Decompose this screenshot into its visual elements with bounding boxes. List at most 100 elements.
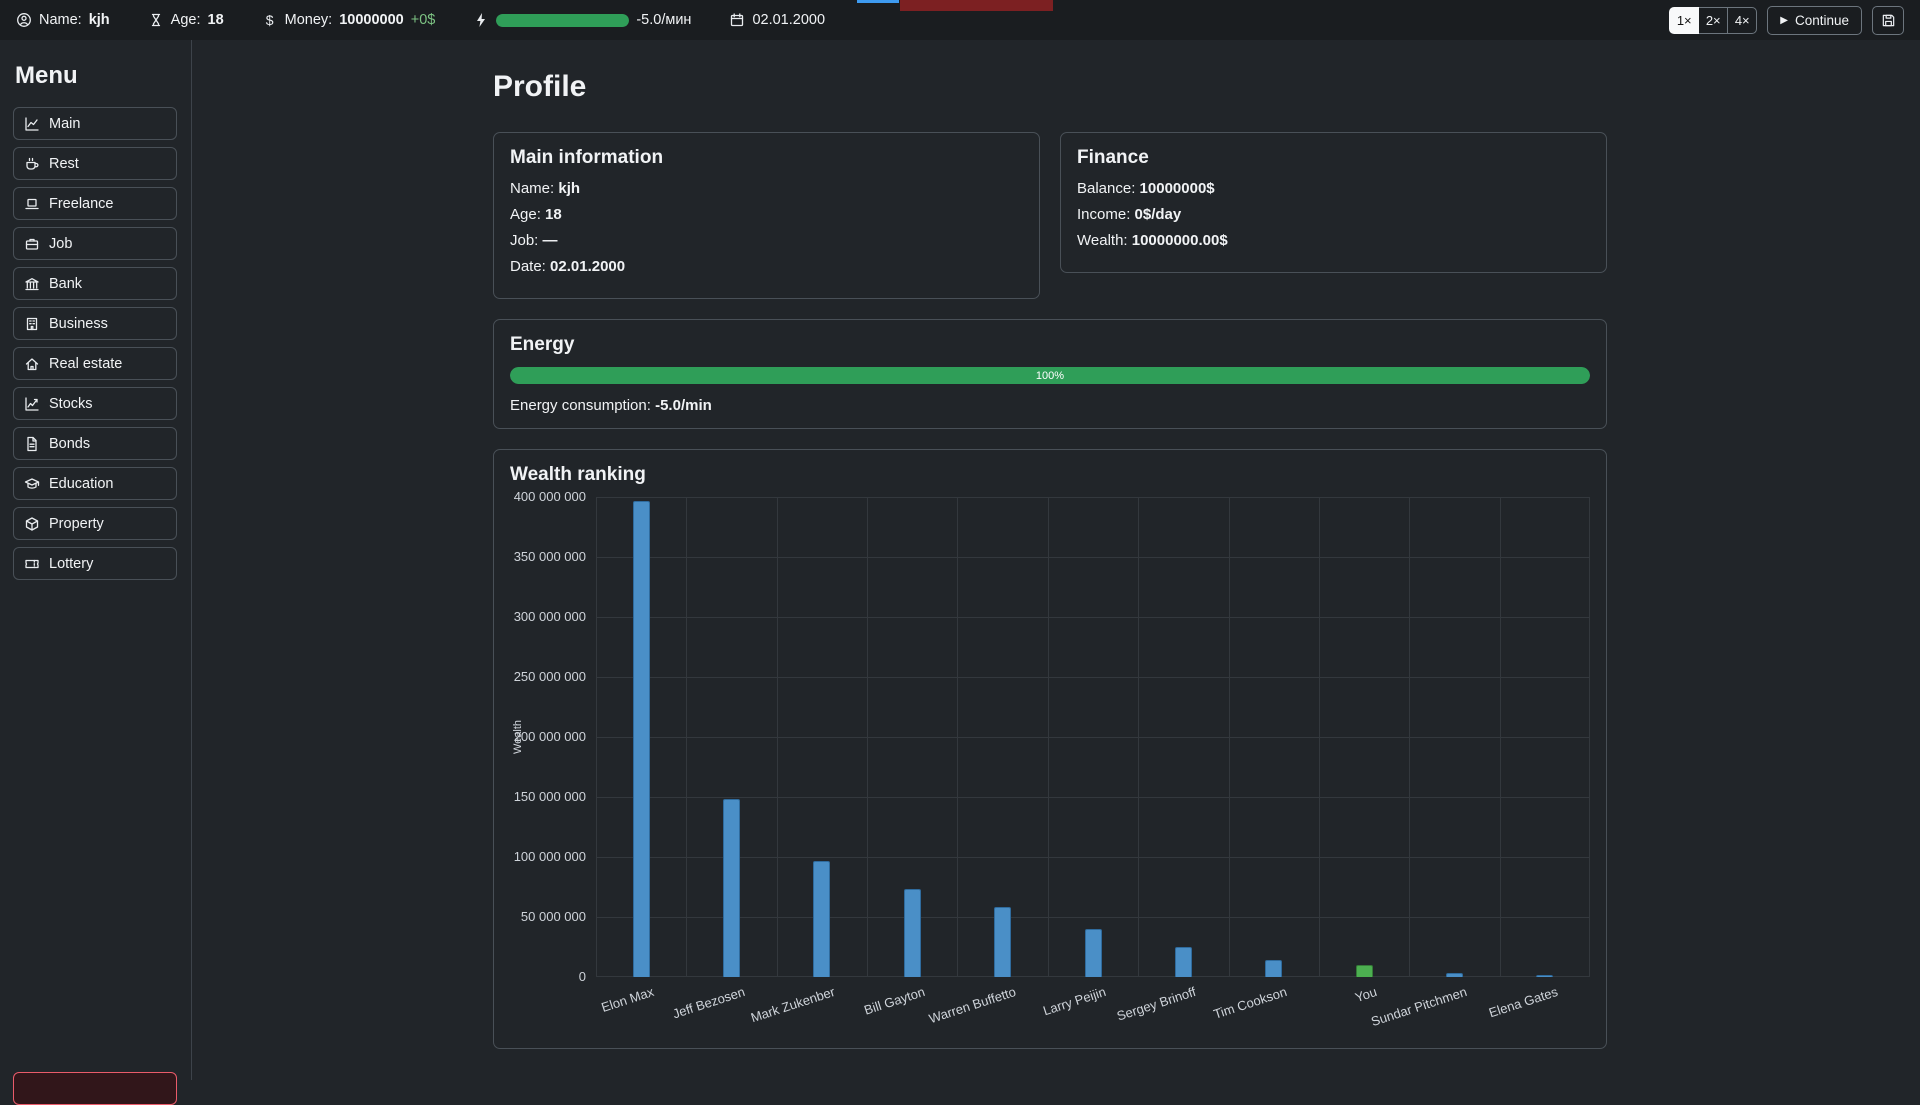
info-row: Name: kjh — [510, 180, 1023, 197]
gridline-horizontal — [596, 557, 1590, 558]
money-indicator: $ Money: 10000000 +0$ — [262, 12, 436, 28]
sidebar-item-label: Education — [49, 476, 114, 492]
sidebar-item-lottery[interactable]: Lottery — [13, 547, 177, 580]
sidebar-menu: Main Rest Freelance Job Bank Business Real est… — [13, 107, 191, 580]
wealth-bar-mark-zukenber — [813, 861, 830, 977]
finance-rows: Balance: 10000000$Income: 0$/dayWealth: … — [1077, 180, 1590, 249]
y-tick-label: 50 000 000 — [521, 909, 586, 924]
x-tick-label: Bill Gayton — [862, 984, 926, 1018]
wealth-bar-jeff-bezosen — [723, 799, 740, 977]
coffee-cup-icon — [24, 156, 40, 172]
energy-indicator: -5.0/мин — [473, 12, 691, 28]
money-value: 10000000 — [339, 12, 404, 28]
bank-icon — [24, 276, 40, 292]
x-tick-label: Tim Cookson — [1211, 984, 1288, 1022]
age-indicator: Age: 18 — [148, 12, 224, 28]
gridline-horizontal — [596, 737, 1590, 738]
wealth-bar-tim-cookson — [1265, 960, 1282, 977]
top-blue-underline — [857, 0, 899, 3]
finance-card: Finance Balance: 10000000$Income: 0$/day… — [1060, 132, 1607, 273]
gridline-horizontal — [596, 857, 1590, 858]
gridline-vertical — [596, 497, 597, 977]
top-red-strip — [900, 0, 1053, 11]
y-tick-label: 350 000 000 — [514, 549, 586, 564]
sidebar-item-label: Real estate — [49, 356, 122, 372]
chart-plot — [596, 497, 1590, 977]
y-tick-label: 150 000 000 — [514, 789, 586, 804]
energy-title: Energy — [510, 334, 1590, 356]
gridline-vertical — [867, 497, 868, 977]
lightning-icon — [473, 12, 489, 28]
sidebar-item-freelance[interactable]: Freelance — [13, 187, 177, 220]
laptop-icon — [24, 196, 40, 212]
wealth-bar-larry-peijin — [1085, 929, 1102, 977]
y-tick-label: 400 000 000 — [514, 489, 586, 504]
money-label: Money: — [285, 12, 333, 28]
money-delta: +0$ — [411, 12, 436, 28]
wealth-bar-elon-max — [633, 501, 650, 977]
wealth-chart: Wealth 050 000 000100 000 000150 000 000… — [510, 497, 1590, 1029]
gridline-horizontal — [596, 797, 1590, 798]
sidebar-item-label: Main — [49, 116, 80, 132]
page-title: Profile — [493, 70, 1920, 104]
save-button[interactable] — [1872, 6, 1904, 35]
y-tick-label: 200 000 000 — [514, 729, 586, 744]
x-tick-label: Elon Max — [600, 984, 656, 1015]
sidebar-item-label: Freelance — [49, 196, 113, 212]
x-tick-label: You — [1353, 984, 1378, 1005]
sidebar-item-property[interactable]: Property — [13, 507, 177, 540]
sidebar-item-label: Property — [49, 516, 104, 532]
wealth-bar-sergey-brinoff — [1175, 947, 1192, 977]
energy-consumption-value: -5.0/min — [655, 397, 712, 414]
speed-2x-button[interactable]: 2× — [1698, 7, 1728, 34]
continue-button[interactable]: ▶ Continue — [1767, 6, 1862, 35]
chart-line-icon — [24, 116, 40, 132]
gridline-horizontal — [596, 917, 1590, 918]
x-tick-label: Jeff Bezosen — [670, 984, 746, 1021]
sidebar-bottom-button[interactable] — [13, 1072, 177, 1105]
info-cards-row: Main information Name: kjhAge: 18Job: —D… — [493, 132, 1607, 299]
x-tick-label: Elena Gates — [1487, 984, 1560, 1020]
top-bar-controls: 1×2×4× ▶ Continue — [1669, 6, 1904, 35]
player-name-indicator: Name: kjh — [16, 12, 110, 28]
sidebar-item-main[interactable]: Main — [13, 107, 177, 140]
hourglass-icon — [148, 12, 164, 28]
energy-consumption-label: Energy consumption: — [510, 397, 651, 414]
sidebar-item-label: Bonds — [49, 436, 90, 452]
sidebar-item-bank[interactable]: Bank — [13, 267, 177, 300]
sidebar-item-education[interactable]: Education — [13, 467, 177, 500]
gridline-vertical — [1229, 497, 1230, 977]
sidebar-item-real-estate[interactable]: Real estate — [13, 347, 177, 380]
wealth-ranking-title: Wealth ranking — [510, 464, 1590, 486]
gridline-vertical — [1500, 497, 1501, 977]
x-tick-label: Sundar Pitchmen — [1370, 984, 1469, 1029]
wealth-bar-warren-buffetto — [994, 907, 1011, 977]
sidebar-item-stocks[interactable]: Stocks — [13, 387, 177, 420]
gridline-horizontal — [596, 497, 1590, 498]
x-tick-label: Mark Zukenber — [749, 984, 837, 1025]
energy-rate: -5.0/мин — [636, 12, 691, 28]
name-value: kjh — [89, 12, 110, 28]
speed-4x-button[interactable]: 4× — [1727, 7, 1757, 34]
house-icon — [24, 356, 40, 372]
sidebar: Menu MainRestFreelanceJobBankBusinessRea… — [0, 40, 192, 1080]
main-information-title: Main information — [510, 147, 1023, 169]
main-content: Profile Main information Name: kjhAge: 1… — [192, 40, 1920, 1080]
sidebar-item-job[interactable]: Job — [13, 227, 177, 260]
energy-progress-bar: 100% — [510, 367, 1590, 384]
speed-1x-button[interactable]: 1× — [1669, 7, 1699, 34]
date-indicator: 02.01.2000 — [729, 12, 825, 28]
continue-label: Continue — [1795, 13, 1849, 28]
y-tick-label: 250 000 000 — [514, 669, 586, 684]
dollar-icon: $ — [262, 12, 278, 28]
energy-card: Energy 100% Energy consumption: -5.0/min — [493, 319, 1607, 429]
wealth-bar-you — [1356, 965, 1373, 977]
sidebar-item-rest[interactable]: Rest — [13, 147, 177, 180]
sidebar-item-label: Job — [49, 236, 72, 252]
sidebar-item-business[interactable]: Business — [13, 307, 177, 340]
building-icon — [24, 316, 40, 332]
info-row: Wealth: 10000000.00$ — [1077, 232, 1590, 249]
sidebar-item-bonds[interactable]: Bonds — [13, 427, 177, 460]
energy-bar-top-fill — [496, 14, 629, 27]
document-icon — [24, 436, 40, 452]
